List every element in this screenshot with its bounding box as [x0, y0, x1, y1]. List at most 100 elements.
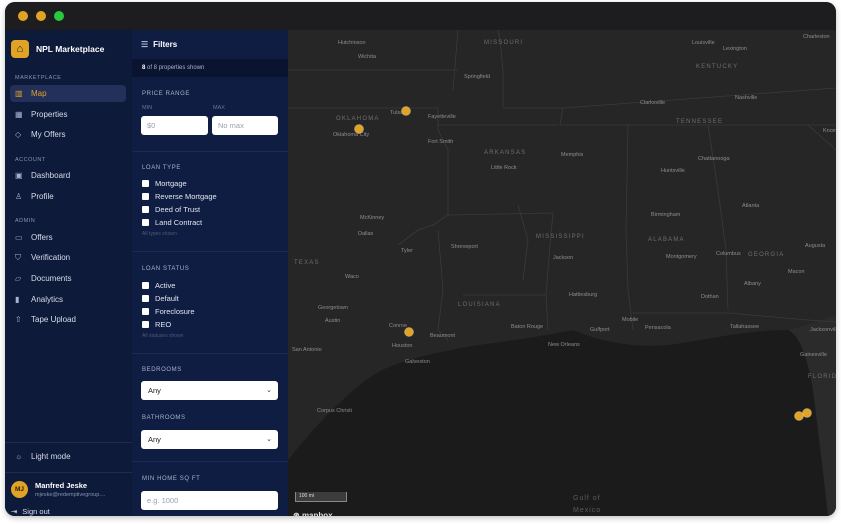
city-label: Nashville	[735, 95, 757, 101]
sidebar-item-label: My Offers	[31, 130, 66, 139]
sidebar-item-dashboard[interactable]: ▣ Dashboard	[10, 167, 126, 184]
state-label: FLORIDA	[808, 374, 836, 380]
user-email: mjeske@redemptivegroup....	[35, 492, 106, 498]
checkbox-label: Land Contract	[155, 218, 203, 227]
sign-out-button[interactable]: ⇥ Sign out	[11, 507, 50, 516]
sidebar-item-profile[interactable]: ♙ Profile	[10, 188, 126, 205]
map-canvas[interactable]: MISSOURI KENTUCKY OKLAHOMA TENNESSEE ARKANSA…	[288, 30, 836, 516]
checkbox[interactable]	[142, 180, 149, 187]
user-icon: ♙	[15, 192, 23, 201]
mapbox-label: mapbox	[301, 511, 333, 516]
sidebar-item-properties[interactable]: ▦ Properties	[10, 106, 126, 123]
checkbox[interactable]	[142, 193, 149, 200]
mapbox-logo[interactable]: ⊛ mapbox	[293, 511, 333, 516]
checkbox[interactable]	[142, 295, 149, 302]
city-label: Springfield	[464, 74, 490, 80]
city-label: Columbus	[716, 251, 741, 257]
maximize-window-button[interactable]	[54, 11, 64, 21]
minimize-window-button[interactable]	[36, 11, 46, 21]
sliders-icon: ☰	[141, 40, 149, 49]
city-label: Gulfport	[590, 327, 610, 333]
max-price-label: MAX	[213, 105, 225, 111]
divider	[132, 251, 288, 252]
bedrooms-label: BEDROOMS	[142, 367, 182, 373]
city-label: San Antonio	[292, 347, 322, 353]
loan-status-reo-checkbox[interactable]: REO	[142, 320, 171, 329]
city-label: Houston	[392, 343, 413, 349]
bathrooms-label: BATHROOMS	[142, 415, 186, 421]
property-pin[interactable]	[404, 327, 414, 337]
loan-type-deed-of-trust-checkbox[interactable]: Deed of Trust	[142, 205, 200, 214]
section-label-admin: ADMIN	[15, 218, 36, 224]
map-view[interactable]: MISSOURI KENTUCKY OKLAHOMA TENNESSEE ARKANSA…	[288, 30, 836, 516]
loan-status-active-checkbox[interactable]: Active	[142, 281, 175, 290]
sidebar-item-offers[interactable]: ▭ Offers	[10, 229, 126, 246]
user-profile[interactable]: MJ Manfred Jeske mjeske@redemptivegroup.…	[5, 472, 132, 516]
state-label: GEORGIA	[748, 252, 784, 258]
bedrooms-select[interactable]: Any ⌄	[141, 381, 278, 400]
property-pin[interactable]	[401, 106, 411, 116]
filters-panel: ☰ Filters 8 of 8 properties shown PRICE R…	[132, 30, 288, 516]
city-label: Dothan	[701, 294, 719, 300]
home-icon: ⌂	[11, 40, 29, 58]
sidebar-item-analytics[interactable]: ▮ Analytics	[10, 291, 126, 308]
results-count: 8 of 8 properties shown	[132, 59, 288, 77]
city-label: Waco	[345, 274, 359, 280]
loan-status-label: LOAN STATUS	[142, 266, 190, 272]
light-mode-toggle[interactable]: ☼ Light mode	[10, 448, 126, 465]
city-label: Memphis	[561, 152, 584, 158]
min-price-input[interactable]: $0	[141, 116, 208, 135]
inbox-icon: ▭	[15, 233, 23, 242]
loan-type-land-contract-checkbox[interactable]: Land Contract	[142, 218, 202, 227]
bathrooms-select[interactable]: Any ⌄	[141, 430, 278, 449]
city-label: Hattiesburg	[569, 292, 597, 298]
divider	[132, 353, 288, 354]
tag-icon: ◇	[15, 130, 22, 139]
city-label: Atlanta	[742, 203, 760, 209]
loan-type-mortgage-checkbox[interactable]: Mortgage	[142, 179, 187, 188]
city-label: Louisville	[692, 40, 715, 46]
chevron-down-icon: ⌄	[266, 436, 272, 443]
loan-status-foreclosure-checkbox[interactable]: Foreclosure	[142, 307, 195, 316]
sidebar-item-map[interactable]: ▥ Map	[10, 85, 126, 102]
city-label: Dallas	[358, 231, 374, 237]
state-label: OKLAHOMA	[336, 116, 380, 122]
city-label: Austin	[325, 318, 340, 324]
price-range-label: PRICE RANGE	[142, 91, 190, 97]
sidebar-item-label: Documents	[31, 274, 72, 283]
sidebar-item-documents[interactable]: ▱ Documents	[10, 270, 126, 287]
checkbox[interactable]	[142, 206, 149, 213]
map-scale: 100 mi	[295, 492, 347, 502]
map-icon: ▥	[15, 89, 23, 98]
property-pin[interactable]	[354, 124, 364, 134]
close-window-button[interactable]	[18, 11, 28, 21]
sidebar-item-tape-upload[interactable]: ⇧ Tape Upload	[10, 311, 126, 328]
city-label: Macon	[788, 269, 805, 275]
min-sqft-input[interactable]: e.g. 1000	[141, 491, 278, 510]
checkbox[interactable]	[142, 219, 149, 226]
max-price-input[interactable]: No max	[212, 116, 278, 135]
checkbox[interactable]	[142, 321, 149, 328]
folder-icon: ▱	[15, 274, 22, 283]
state-label: TENNESSEE	[676, 119, 723, 125]
loan-status-hint: All statuses shown	[142, 333, 184, 339]
sidebar-item-verification[interactable]: ⛉ Verification	[10, 249, 126, 266]
loan-type-reverse-mortgage-checkbox[interactable]: Reverse Mortgage	[142, 192, 217, 201]
brand[interactable]: ⌂ NPL Marketplace	[11, 40, 104, 58]
sidebar-item-label: Dashboard	[31, 171, 71, 180]
results-count-text: of 8 properties shown	[145, 65, 205, 71]
loan-status-default-checkbox[interactable]: Default	[142, 294, 179, 303]
state-label: KENTUCKY	[696, 64, 738, 70]
water-label: Mexico	[573, 507, 601, 514]
state-label: ALABAMA	[648, 237, 685, 243]
sidebar-item-my-offers[interactable]: ◇ My Offers	[10, 126, 126, 143]
city-label: Clarksville	[640, 100, 665, 106]
checkbox[interactable]	[142, 308, 149, 315]
checkbox-label: Foreclosure	[155, 307, 195, 316]
sidebar-footer	[5, 442, 132, 443]
city-label: Oklahoma City	[333, 132, 369, 138]
checkbox[interactable]	[142, 282, 149, 289]
city-label: Conroe	[389, 323, 407, 329]
property-pin[interactable]	[794, 411, 804, 421]
checkbox-label: Active	[155, 281, 176, 290]
